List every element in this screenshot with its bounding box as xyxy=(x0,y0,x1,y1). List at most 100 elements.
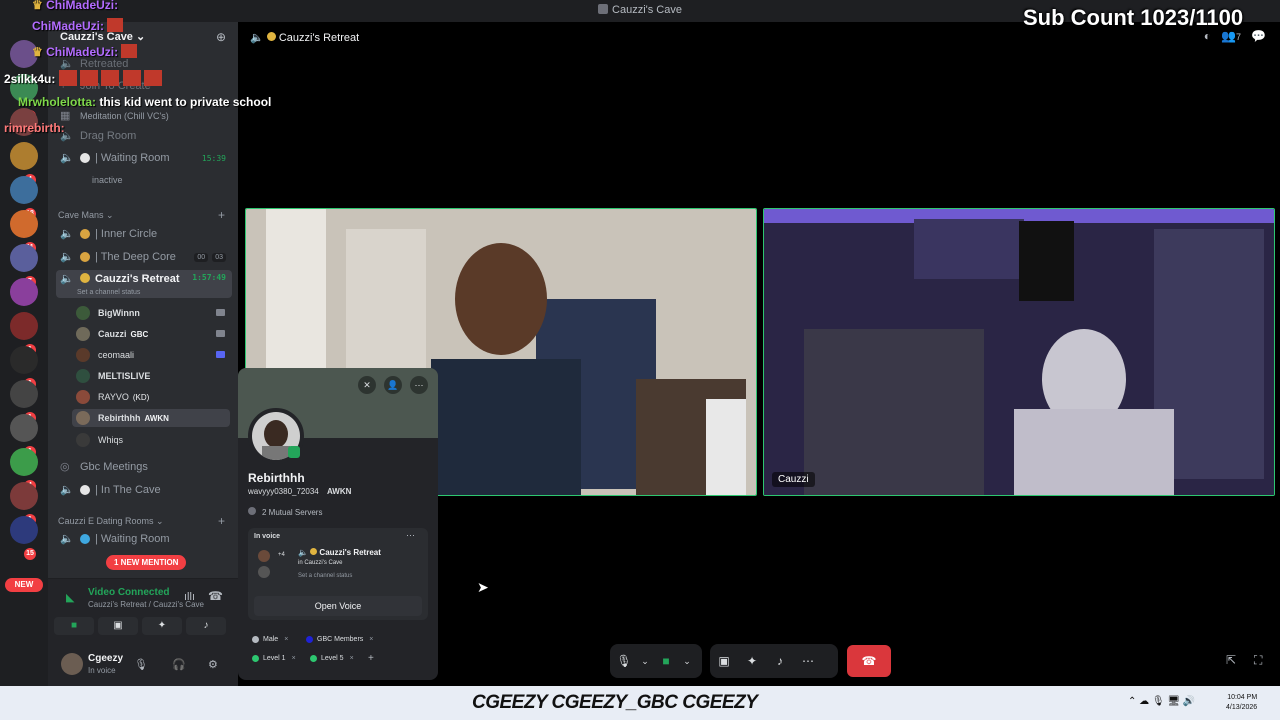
avatar xyxy=(76,327,90,341)
add-member-icon[interactable]: ⊕ xyxy=(216,30,226,44)
voice-member[interactable]: RAYVO (KD) xyxy=(76,388,149,406)
signal-icon: ◣ xyxy=(66,592,75,604)
members-icon[interactable]: 👥 xyxy=(1221,29,1236,43)
role-chip[interactable]: Male × xyxy=(252,636,288,643)
more-icon[interactable]: ⋯ xyxy=(794,654,822,668)
channel-deep-core[interactable]: 🔈 | The Deep Core 00 03 xyxy=(56,247,232,267)
channel-waiting-room[interactable]: 🔈 | Waiting Room 15:39 xyxy=(56,148,232,168)
mutual-servers[interactable]: 2 Mutual Servers xyxy=(248,507,322,517)
voice-member[interactable]: Whiqs xyxy=(76,431,123,449)
server-icon xyxy=(248,507,256,515)
video-tile[interactable]: Cauzzi xyxy=(763,208,1275,496)
taskbar: CGEEZY CGEEZY_GBC CGEEZY ⌃ ☁ 🎙 🖥 🔊 10:04… xyxy=(0,686,1280,720)
role-chip[interactable]: GBC Members × xyxy=(306,636,373,643)
plus-icon[interactable]: + xyxy=(218,514,225,528)
chevron-down-icon[interactable]: ⌄ xyxy=(638,656,652,667)
server-icon[interactable] xyxy=(10,278,38,306)
soundboard-icon[interactable]: ♪ xyxy=(766,654,794,668)
voice-member[interactable]: MELTISLIVE xyxy=(76,367,150,385)
role-chip[interactable]: Level 5 × xyxy=(310,655,354,662)
header-actions: ◐ 👥7 💬 xyxy=(1203,29,1266,43)
cursor-icon: ➤ xyxy=(477,579,489,595)
tray-icons[interactable]: ⌃ ☁ 🎙 🖥 🔊 xyxy=(1128,696,1195,707)
activities-icon[interactable]: ✦ xyxy=(738,654,766,668)
chat-message: ♛ ChiMadeUzi: xyxy=(32,44,138,59)
role-chip[interactable]: Level 1 × xyxy=(252,655,296,662)
activity-icon[interactable]: ◐ xyxy=(1204,29,1211,43)
server-icon[interactable] xyxy=(10,516,38,544)
remove-icon[interactable]: × xyxy=(292,655,296,662)
server-icon[interactable] xyxy=(10,448,38,476)
chat-message: Mrwholelotta: this kid went to private s… xyxy=(18,95,272,109)
server-icon[interactable] xyxy=(10,176,38,204)
channel-status[interactable]: Set a channel status xyxy=(77,289,140,296)
voice-member[interactable]: Cauzzi GBC xyxy=(76,325,148,343)
gear-icon[interactable]: ⚙ xyxy=(208,658,218,671)
avatar[interactable] xyxy=(61,653,83,675)
video-feed xyxy=(764,209,1274,495)
soundboard-button[interactable]: ♪ xyxy=(186,617,226,635)
camera-icon[interactable]: ■ xyxy=(652,654,680,668)
new-badge[interactable]: NEW xyxy=(5,578,43,592)
server-icon[interactable] xyxy=(10,142,38,170)
emote-icon xyxy=(121,44,138,58)
server-icon[interactable] xyxy=(10,210,38,238)
channel-drag-room[interactable]: 🔈 Drag Room xyxy=(56,126,232,146)
channel-dating-waiting-room[interactable]: 🔈 | Waiting Room xyxy=(56,529,232,549)
server-icon[interactable] xyxy=(10,380,38,408)
emoji-icon xyxy=(80,485,90,495)
voice-member[interactable]: ceomaali xyxy=(76,346,134,364)
clock[interactable]: 10:04 PM 4/13/2026 xyxy=(1226,693,1257,713)
voice-member[interactable]: BigWinnn xyxy=(76,304,140,322)
channel-inner-circle[interactable]: 🔈 | Inner Circle xyxy=(56,224,232,244)
noise-icon[interactable]: ıllı xyxy=(184,591,195,603)
server-icon[interactable] xyxy=(10,312,38,340)
camera-icon xyxy=(216,309,225,316)
server-icon[interactable] xyxy=(10,482,38,510)
avatar xyxy=(258,550,270,562)
end-call-button[interactable]: ☎ xyxy=(847,645,891,677)
profile-name: Rebirthhh xyxy=(248,471,305,485)
activities-button[interactable]: ✦ xyxy=(142,617,182,635)
globe-icon: ◎ xyxy=(60,461,70,473)
add-role-icon[interactable]: + xyxy=(368,653,374,664)
screenshare-icon[interactable]: ▣ xyxy=(710,654,738,668)
category-dating-rooms[interactable]: Cauzzi E Dating Rooms ⌄ xyxy=(58,516,164,527)
microphone-icon[interactable]: 🎙 xyxy=(610,654,638,668)
screenshare-button[interactable]: ▣ xyxy=(98,617,138,635)
plus-icon[interactable]: + xyxy=(218,208,225,222)
channel-inactive[interactable]: inactive xyxy=(92,170,232,190)
camera-button[interactable]: ■ xyxy=(54,617,94,635)
profile-handle: wavyyy0380_72034 AWKN xyxy=(248,487,352,496)
headphones-icon[interactable]: 🎧 xyxy=(172,658,186,671)
popout-icon[interactable]: ⇱ xyxy=(1226,653,1236,667)
category-cave-mans[interactable]: Cave Mans ⌄ xyxy=(58,210,114,221)
category-meditation[interactable]: ▦ Meditation (Chill VC's) xyxy=(56,106,232,126)
server-icon[interactable] xyxy=(10,346,38,374)
remove-icon[interactable]: × xyxy=(369,636,373,643)
fullscreen-icon[interactable]: ⛶ xyxy=(1254,653,1262,668)
chat-icon[interactable]: 💬 xyxy=(1251,29,1266,43)
open-voice-button[interactable]: Open Voice xyxy=(254,596,422,616)
emoji-icon xyxy=(80,534,90,544)
disconnect-user-icon[interactable]: ✕ xyxy=(358,376,376,394)
channel-gbc-meetings[interactable]: ◎ Gbc Meetings xyxy=(56,457,232,477)
unread-badge: 15 xyxy=(24,548,36,560)
crown-icon xyxy=(266,32,276,41)
microphone-icon[interactable]: 🎙 xyxy=(134,658,148,671)
add-friend-icon[interactable]: 👤 xyxy=(384,376,402,394)
more-icon[interactable]: ⋯ xyxy=(406,530,415,541)
speaker-icon: 🔈 xyxy=(60,251,74,263)
server-icon[interactable] xyxy=(10,244,38,272)
avatar xyxy=(76,390,90,404)
remove-icon[interactable]: × xyxy=(350,655,354,662)
disconnect-icon[interactable]: ☎ xyxy=(208,589,223,603)
hangup-icon: ☎ xyxy=(861,654,877,668)
remove-icon[interactable]: × xyxy=(284,636,288,643)
chevron-down-icon[interactable]: ⌄ xyxy=(680,656,694,667)
more-icon[interactable]: ⋯ xyxy=(410,376,428,394)
voice-member-selected[interactable]: Rebirthhh AWKN xyxy=(72,409,230,427)
server-icon[interactable] xyxy=(10,414,38,442)
new-mention-pill[interactable]: 1 NEW MENTION xyxy=(106,555,187,570)
channel-in-the-cave[interactable]: 🔈 | In The Cave xyxy=(56,480,232,500)
